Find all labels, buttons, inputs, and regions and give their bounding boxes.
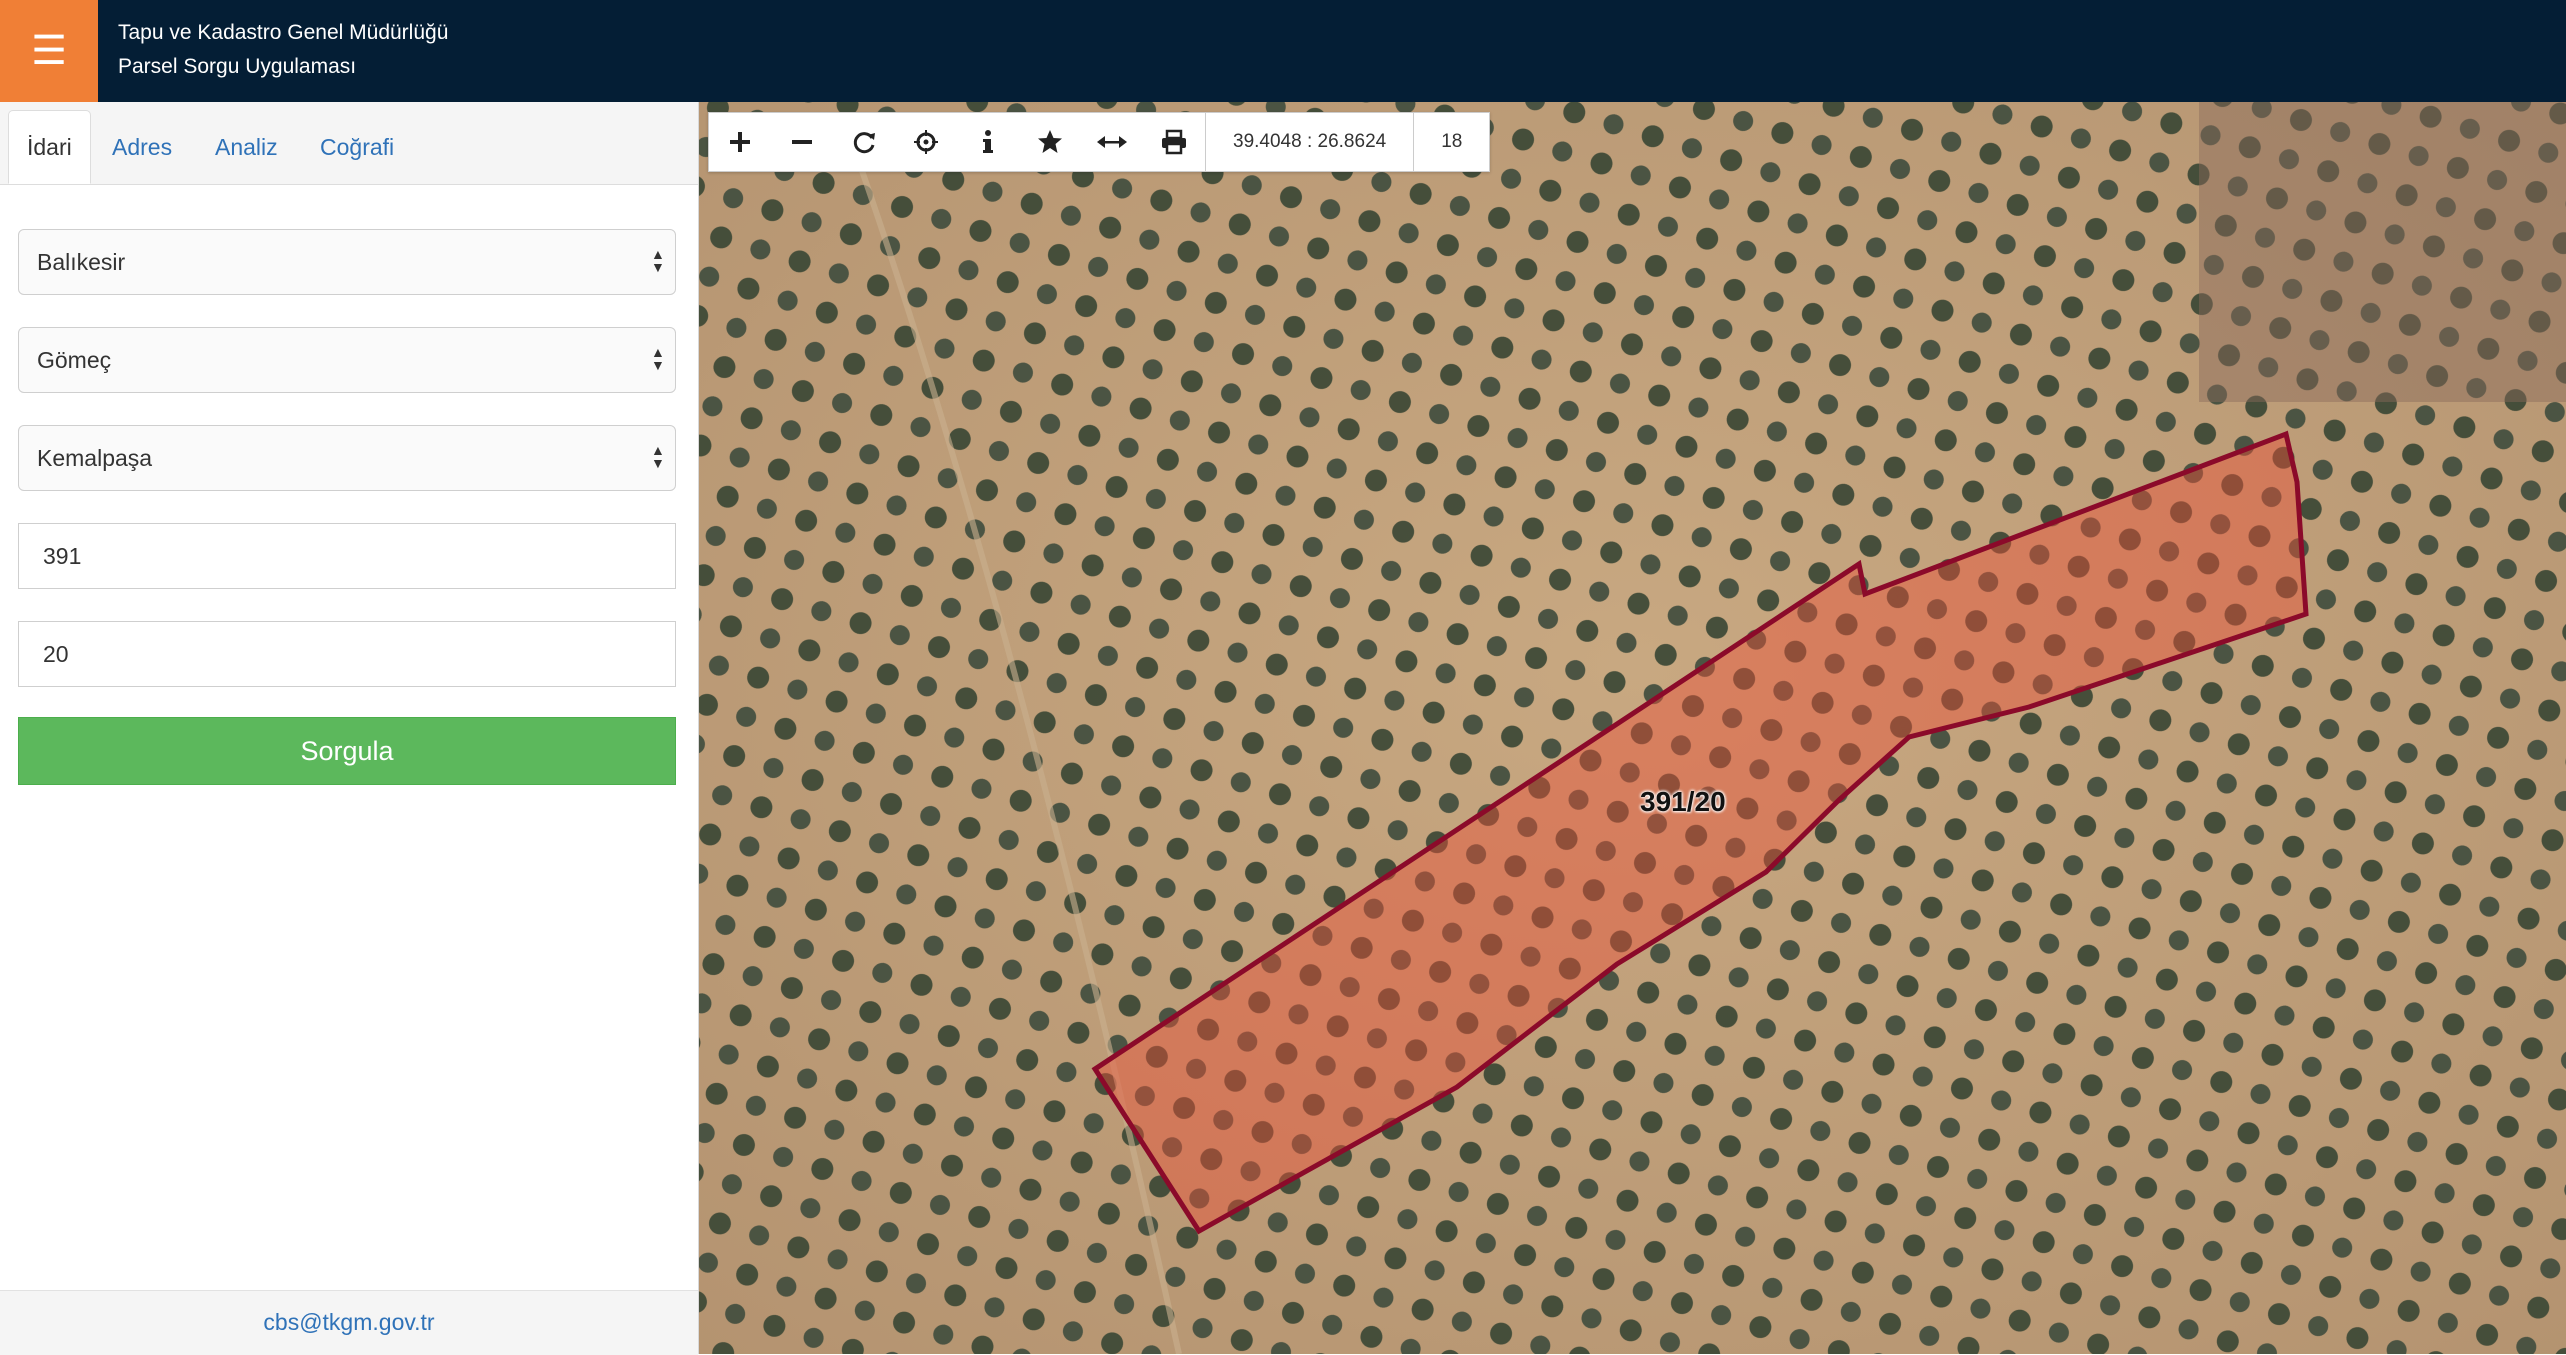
parcel-label: 391/20 (1640, 786, 1726, 817)
coordinate-readout: 39.4048 : 26.8624 (1205, 113, 1413, 171)
org-name: Tapu ve Kadastro Genel Müdürlüğü (118, 21, 449, 44)
district-value: Gömeç (37, 347, 112, 373)
info-icon[interactable] (957, 113, 1019, 171)
zoom-level-readout: 18 (1413, 113, 1489, 171)
print-icon[interactable] (1143, 113, 1205, 171)
district-select[interactable]: Gömeç ▲ ▼ (18, 327, 676, 393)
locate-icon[interactable] (895, 113, 957, 171)
select-arrows-icon: ▲ ▼ (651, 442, 665, 471)
star-icon[interactable] (1019, 113, 1081, 171)
satellite-map[interactable] (699, 102, 2566, 1354)
app-header: ☰ Tapu ve Kadastro Genel Müdürlüğü Parse… (0, 0, 2566, 102)
province-value: Balıkesir (37, 249, 126, 275)
app-title: Tapu ve Kadastro Genel Müdürlüğü Parsel … (118, 16, 448, 84)
refresh-icon[interactable] (833, 113, 895, 171)
tab-adres[interactable]: Adres (94, 110, 190, 184)
query-button[interactable]: Sorgula (18, 717, 676, 785)
neighborhood-select[interactable]: Kemalpaşa ▲ ▼ (18, 425, 676, 491)
tab-bar: İdari Adres Analiz Coğrafi (0, 102, 698, 185)
map-view[interactable] (699, 102, 2566, 1354)
block-input[interactable]: 391 (18, 523, 676, 589)
select-arrows-icon: ▲ ▼ (651, 344, 665, 373)
app-name: Parsel Sorgu Uygulaması (118, 55, 357, 78)
tab-idari[interactable]: İdari (8, 110, 91, 184)
map-toolbar: 39.4048 : 26.8624 18 (708, 112, 1491, 172)
dark-field-patch (2199, 102, 2566, 402)
hamburger-icon[interactable]: ☰ (0, 0, 98, 102)
measure-icon[interactable] (1081, 113, 1143, 171)
zoom-in-icon[interactable] (709, 113, 771, 171)
province-select[interactable]: Balıkesir ▲ ▼ (18, 229, 676, 295)
select-arrows-icon: ▲ ▼ (651, 246, 665, 275)
zoom-out-icon[interactable] (771, 113, 833, 171)
tab-analiz[interactable]: Analiz (197, 110, 296, 184)
tab-cografi[interactable]: Coğrafi (302, 110, 412, 184)
neighborhood-value: Kemalpaşa (37, 445, 153, 471)
parcel-input[interactable]: 20 (18, 621, 676, 687)
footer-email-link[interactable]: cbs@tkgm.gov.tr (0, 1290, 698, 1355)
